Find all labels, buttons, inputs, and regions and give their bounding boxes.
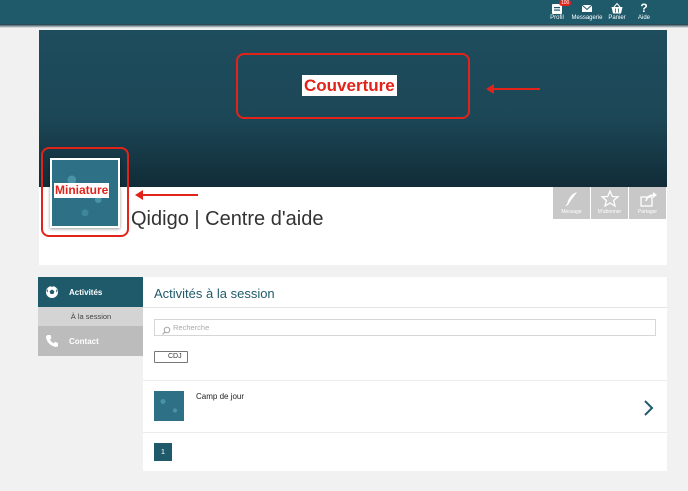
list-divider	[143, 432, 667, 433]
sidebar-item-activites[interactable]: Activités	[38, 277, 144, 307]
nav-label: Profil	[550, 15, 564, 21]
list-item[interactable]: Camp de jour	[143, 380, 667, 432]
chevron-right-icon[interactable]	[642, 398, 656, 418]
nav-aide[interactable]: ? Aide	[627, 2, 661, 22]
subscribe-button[interactable]: M'abonner	[591, 187, 628, 219]
message-button[interactable]: Message	[553, 187, 590, 219]
cover-annotation-arrow	[486, 84, 540, 94]
action-label: M'abonner	[597, 209, 622, 215]
search-box[interactable]	[154, 319, 656, 336]
share-icon	[629, 189, 666, 209]
top-bar-shadow	[0, 24, 688, 28]
phone-icon	[45, 334, 59, 348]
nav-messagerie[interactable]: Messagerie	[570, 2, 604, 22]
sidebar-item-contact[interactable]: Contact	[38, 326, 144, 356]
feather-icon	[553, 189, 590, 209]
question-icon: ?	[640, 1, 648, 15]
search-icon	[161, 323, 171, 335]
soccer-ball-icon	[45, 285, 59, 299]
action-label: Partager	[637, 209, 658, 215]
sidebar: Activités À la session Contact	[38, 277, 144, 356]
activities-panel: Activités à la session CDJ Camp de jour …	[143, 277, 667, 471]
nav-label: Messagerie	[571, 15, 603, 21]
nav-profil[interactable]: 100 Profil	[540, 0, 574, 22]
pagination-page-1[interactable]: 1	[154, 443, 172, 461]
sidebar-item-label: Contact	[69, 337, 99, 346]
action-label: Message	[561, 209, 582, 215]
search-input[interactable]	[173, 320, 643, 335]
share-button[interactable]: Partager	[629, 187, 666, 219]
thumbnail-annotation-arrow	[135, 190, 198, 200]
page-title: Qidigo | Centre d'aide	[131, 208, 324, 230]
activity-title: Camp de jour	[196, 392, 245, 401]
cover-annotation-label: Couverture	[302, 75, 397, 96]
envelope-icon	[570, 2, 604, 15]
sidebar-subitem-session[interactable]: À la session	[38, 307, 144, 326]
activity-thumbnail	[154, 391, 184, 421]
sidebar-item-label: Activités	[69, 288, 103, 297]
section-title: Activités à la session	[154, 286, 275, 301]
filter-tag-cdj[interactable]: CDJ	[154, 351, 188, 363]
nav-label: Aide	[637, 15, 650, 21]
star-icon	[591, 189, 628, 209]
thumbnail-annotation-label: Miniature	[54, 183, 110, 198]
title-divider	[143, 307, 667, 308]
profile-card-icon: 100	[540, 0, 574, 15]
